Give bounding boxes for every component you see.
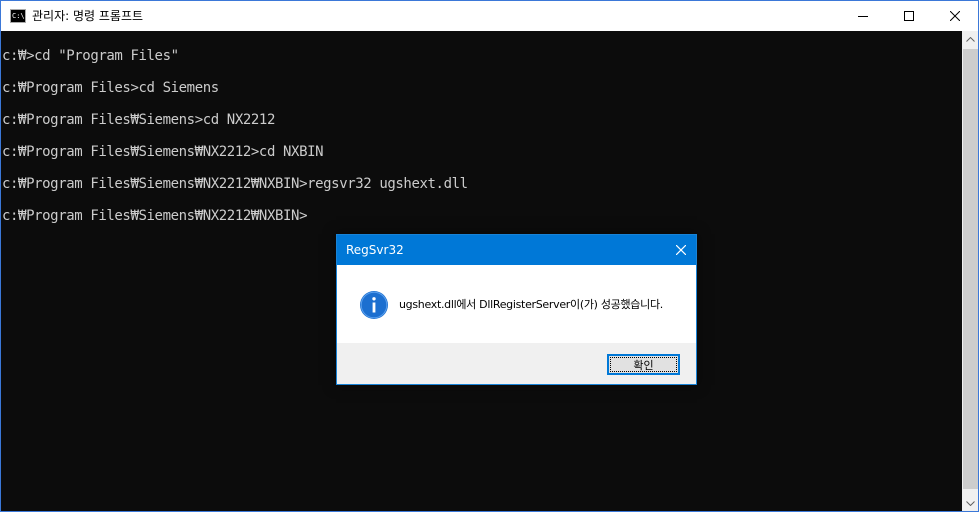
vertical-scrollbar[interactable] bbox=[962, 31, 978, 511]
title-bar[interactable]: C:\ 관리자: 명령 프롬프트 bbox=[1, 1, 978, 31]
info-icon bbox=[360, 291, 388, 319]
console-line: c:₩Program Files₩Siemens>cd NX2212 bbox=[2, 112, 275, 128]
dialog-title: RegSvr32 bbox=[346, 243, 404, 257]
console-line: c:₩Program Files>cd Siemens bbox=[2, 80, 219, 96]
minimize-icon bbox=[858, 16, 868, 17]
dialog-title-bar[interactable]: RegSvr32 bbox=[337, 235, 696, 265]
scroll-up-button[interactable] bbox=[962, 31, 978, 48]
dialog-footer: 확인 bbox=[337, 343, 696, 384]
console-line: c:₩Program Files₩Siemens₩NX2212₩NXBIN>re… bbox=[2, 176, 468, 192]
console-prompt-line: c:₩Program Files₩Siemens₩NX2212₩NXBIN> bbox=[2, 208, 308, 224]
minimize-button[interactable] bbox=[840, 1, 886, 31]
close-icon bbox=[950, 11, 960, 21]
window-title: 관리자: 명령 프롬프트 bbox=[32, 9, 144, 23]
ok-button-label: 확인 bbox=[633, 358, 654, 372]
dialog-body: ugshext.dll에서 DllRegisterServer이(가) 성공했습… bbox=[337, 265, 696, 343]
maximize-button[interactable] bbox=[886, 1, 932, 31]
console-line: c:₩Program Files₩Siemens₩NX2212>cd NXBIN bbox=[2, 144, 324, 160]
cmd-icon: C:\ bbox=[10, 9, 26, 23]
dialog-message: ugshext.dll에서 DllRegisterServer이(가) 성공했습… bbox=[399, 298, 663, 311]
ok-button[interactable]: 확인 bbox=[607, 354, 680, 375]
scroll-down-arrow-icon bbox=[966, 501, 975, 506]
scroll-up-arrow-icon bbox=[966, 37, 975, 42]
scroll-thumb[interactable] bbox=[963, 49, 978, 489]
command-prompt-window: C:\ 관리자: 명령 프롬프트 c:₩>cd "Program Files" … bbox=[0, 0, 979, 512]
close-icon bbox=[676, 245, 686, 255]
dialog-close-button[interactable] bbox=[666, 235, 696, 265]
close-button[interactable] bbox=[932, 1, 978, 31]
maximize-icon bbox=[904, 11, 914, 21]
scroll-down-button[interactable] bbox=[962, 495, 978, 511]
console-line: c:₩>cd "Program Files" bbox=[2, 48, 179, 64]
regsvr32-dialog: RegSvr32 ugshext.dll에서 DllRegisterServer… bbox=[336, 234, 697, 385]
